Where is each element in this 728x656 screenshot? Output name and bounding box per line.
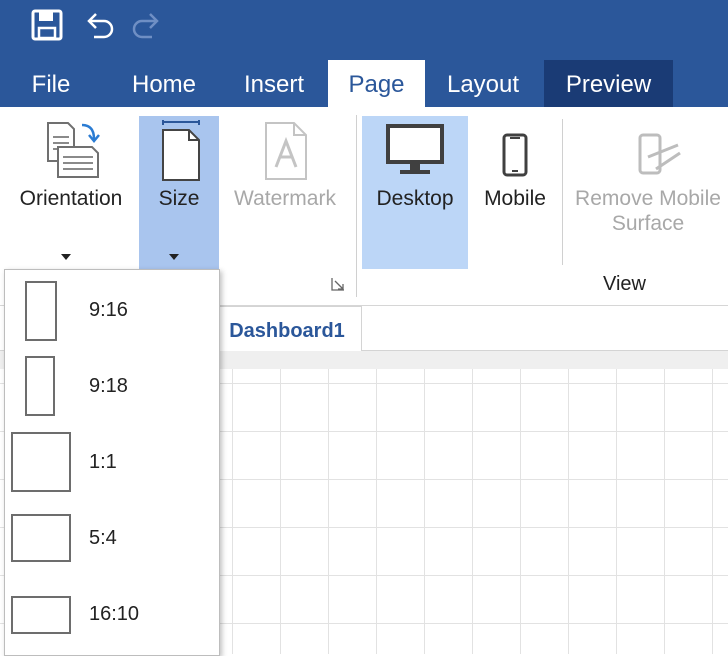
size-option-label: 1:1 — [89, 451, 117, 473]
landscape-page-icon — [11, 514, 71, 562]
remove-mobile-surface-label-line2: Surface — [611, 212, 685, 235]
size-option-9-16[interactable]: 9:16 — [5, 272, 219, 348]
watermark-icon — [265, 122, 307, 180]
tab-preview[interactable]: Preview — [544, 60, 673, 107]
tab-file[interactable]: File — [14, 60, 88, 107]
tab-home[interactable]: Home — [116, 60, 212, 107]
chevron-down-icon — [169, 254, 179, 260]
remove-mobile-surface-button[interactable]: Remove Mobile Surface — [568, 107, 728, 269]
size-option-1-1[interactable]: 1:1 — [5, 424, 219, 500]
dialog-launcher-icon[interactable] — [331, 277, 345, 291]
size-option-9-18[interactable]: 9:18 — [5, 348, 219, 424]
watermark-button[interactable]: Watermark — [226, 107, 344, 269]
group-divider — [562, 119, 563, 265]
orientation-icon — [47, 122, 100, 178]
tab-insert[interactable]: Insert — [228, 60, 320, 107]
portrait-page-icon — [25, 281, 57, 341]
tab-layout[interactable]: Layout — [432, 60, 534, 107]
size-option-label: 5:4 — [89, 527, 117, 549]
desktop-view-button[interactable]: Desktop — [362, 116, 468, 269]
remove-mobile-surface-label-line1: Remove Mobile — [575, 187, 721, 210]
view-group-label: View — [603, 273, 646, 295]
size-icon — [162, 120, 200, 181]
size-option-5-4[interactable]: 5:4 — [5, 500, 219, 576]
size-dropdown-menu: 9:16 9:18 1:1 5:4 16:10 — [4, 269, 220, 656]
tab-page[interactable]: Page — [328, 60, 425, 107]
watermark-label: Watermark — [234, 187, 336, 210]
save-icon[interactable] — [30, 8, 64, 42]
chevron-down-icon — [61, 254, 71, 260]
desktop-icon — [386, 124, 444, 174]
mobile-label: Mobile — [484, 187, 546, 210]
ribbon-tabs: File Home Insert Page Layout Preview — [0, 60, 728, 107]
group-divider — [356, 115, 357, 297]
size-option-16-10[interactable]: 16:10 — [5, 576, 219, 652]
size-button[interactable]: Size — [139, 116, 219, 269]
mobile-icon — [502, 133, 528, 177]
redo-icon[interactable] — [130, 8, 164, 42]
wide-landscape-page-icon — [11, 596, 71, 634]
orientation-label: Orientation — [19, 187, 123, 210]
size-option-label: 9:18 — [89, 375, 128, 397]
size-option-label: 9:16 — [89, 299, 128, 321]
tall-portrait-page-icon — [25, 356, 55, 416]
tab-dashboard1[interactable]: Dashboard1 — [212, 306, 362, 351]
square-page-icon — [11, 432, 71, 492]
title-bar — [0, 0, 728, 60]
orientation-button[interactable]: Orientation — [8, 107, 134, 269]
mobile-view-button[interactable]: Mobile — [474, 107, 556, 269]
desktop-label: Desktop — [376, 187, 454, 210]
size-label: Size — [158, 187, 200, 210]
remove-mobile-icon — [638, 133, 681, 175]
undo-icon[interactable] — [82, 8, 116, 42]
size-option-label: 16:10 — [89, 603, 140, 625]
